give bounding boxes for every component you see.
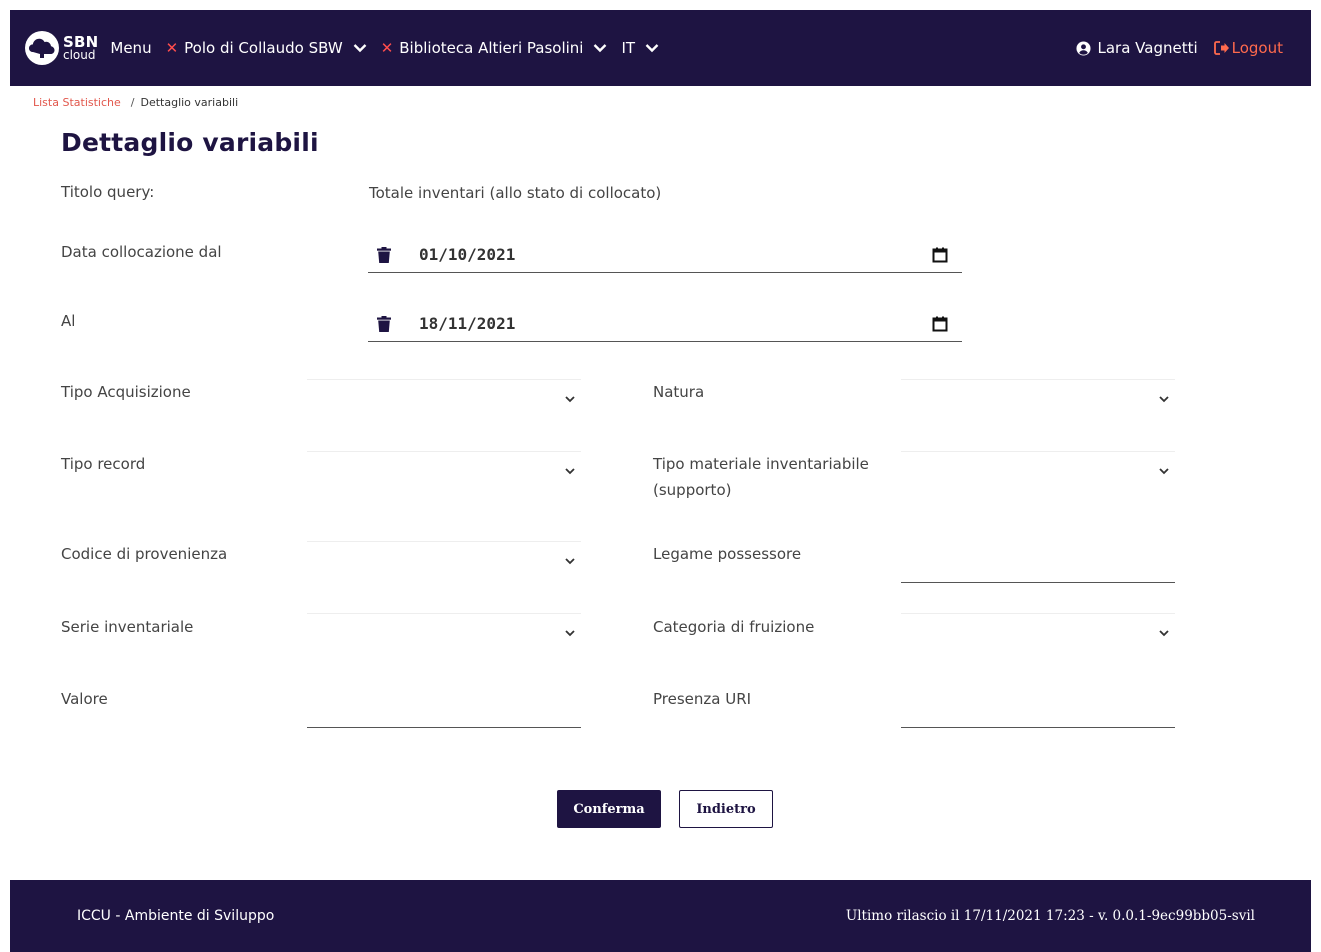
trash-icon[interactable] [377,246,391,263]
chevron-down-icon [353,44,367,53]
breadcrumb: Lista Statistiche / Dettaglio variabili [33,96,238,109]
back-button[interactable]: Indietro [679,790,773,828]
categoria-fruizione-select[interactable] [901,613,1175,657]
menu-label: Menu [110,39,152,57]
polo-label: Polo di Collaudo SBW [184,39,343,57]
serie-inventariale-select[interactable] [307,613,581,657]
chevron-down-icon [1159,468,1169,475]
user-circle-icon [1076,40,1092,56]
tipo-materiale-label-line2: (supporto) [653,481,732,499]
codice-provenienza-select[interactable] [307,541,581,585]
data-dal-field[interactable]: 01/10/2021 [368,237,962,273]
presenza-uri-input[interactable] [901,684,1175,728]
top-navbar: SBN cloud Menu ✕ Polo di Collaudo SBW ✕ … [10,10,1311,86]
data-al-field[interactable]: 18/11/2021 [368,306,962,342]
footer-release: Ultimo rilascio il 17/11/2021 17:23 - v.… [845,908,1255,924]
logout-icon [1213,41,1229,55]
legame-possessore-input[interactable] [901,539,1175,583]
valore-label: Valore [61,690,108,708]
logout-button[interactable]: Logout [1213,39,1283,57]
footer: ICCU - Ambiente di Sviluppo Ultimo rilas… [10,880,1311,952]
tipo-materiale-label-line1: Tipo materiale inventariabile [653,455,869,473]
serie-inventariale-label: Serie inventariale [61,618,194,636]
chevron-down-icon [594,44,607,53]
page-title: Dettaglio variabili [61,128,319,157]
calendar-icon[interactable] [932,247,948,263]
sbn-logo[interactable]: SBN cloud [24,30,98,66]
chevron-down-icon [1159,630,1169,637]
menu-button[interactable]: Menu [110,39,151,57]
language-selector[interactable]: IT [621,39,659,57]
chevron-down-icon [565,468,575,475]
logout-label: Logout [1231,39,1283,57]
tipo-record-select[interactable] [307,451,581,495]
titolo-query-value: Totale inventari (allo stato di collocat… [369,184,662,202]
chevron-down-icon [565,558,575,565]
footer-environment: ICCU - Ambiente di Sviluppo [77,908,275,924]
language-label: IT [621,39,636,57]
chevron-down-icon [565,630,575,637]
tipo-record-label: Tipo record [61,455,146,473]
x-icon[interactable]: ✕ [381,39,394,57]
logo-line2: cloud [63,48,96,62]
tipo-acquisizione-select[interactable] [307,379,581,423]
user-area: Lara Vagnetti Logout [1076,39,1283,57]
user-name: Lara Vagnetti [1097,39,1198,57]
logo-text: SBN cloud [63,35,98,62]
user-profile[interactable]: Lara Vagnetti [1076,39,1198,57]
data-al-label: Al [61,312,76,330]
natura-select[interactable] [901,379,1175,423]
breadcrumb-lista-statistiche[interactable]: Lista Statistiche [33,96,121,109]
breadcrumb-separator: / [130,96,135,109]
titolo-query-label: Titolo query: [61,183,155,201]
valore-input[interactable] [307,684,581,728]
chevron-down-icon [645,44,659,53]
polo-selector[interactable]: ✕ Polo di Collaudo SBW [166,39,367,57]
library-label: Biblioteca Altieri Pasolini [399,39,584,57]
chevron-down-icon [1159,396,1169,403]
x-icon[interactable]: ✕ [166,39,179,57]
codice-provenienza-label: Codice di provenienza [61,545,228,563]
page: SBN cloud Menu ✕ Polo di Collaudo SBW ✕ … [0,0,1321,952]
cloud-icon [25,31,59,65]
breadcrumb-current: Dettaglio variabili [140,96,239,109]
tipo-acquisizione-label: Tipo Acquisizione [61,383,191,401]
trash-icon[interactable] [377,315,391,332]
confirm-button[interactable]: Conferma [557,790,661,828]
library-selector[interactable]: ✕ Biblioteca Altieri Pasolini [381,39,608,57]
tipo-materiale-label: Tipo materiale inventariabile (supporto) [653,451,869,503]
categoria-fruizione-label: Categoria di fruizione [653,618,815,636]
chevron-down-icon [565,396,575,403]
data-dal-label: Data collocazione dal [61,243,222,261]
legame-possessore-label: Legame possessore [653,545,802,563]
presenza-uri-label: Presenza URI [653,690,752,708]
data-al-value[interactable]: 18/11/2021 [419,314,515,333]
natura-label: Natura [653,383,705,401]
main-nav: Menu ✕ Polo di Collaudo SBW ✕ Biblioteca… [110,39,673,57]
tipo-materiale-select[interactable] [901,451,1175,495]
calendar-icon[interactable] [932,316,948,332]
data-dal-value[interactable]: 01/10/2021 [419,245,515,264]
